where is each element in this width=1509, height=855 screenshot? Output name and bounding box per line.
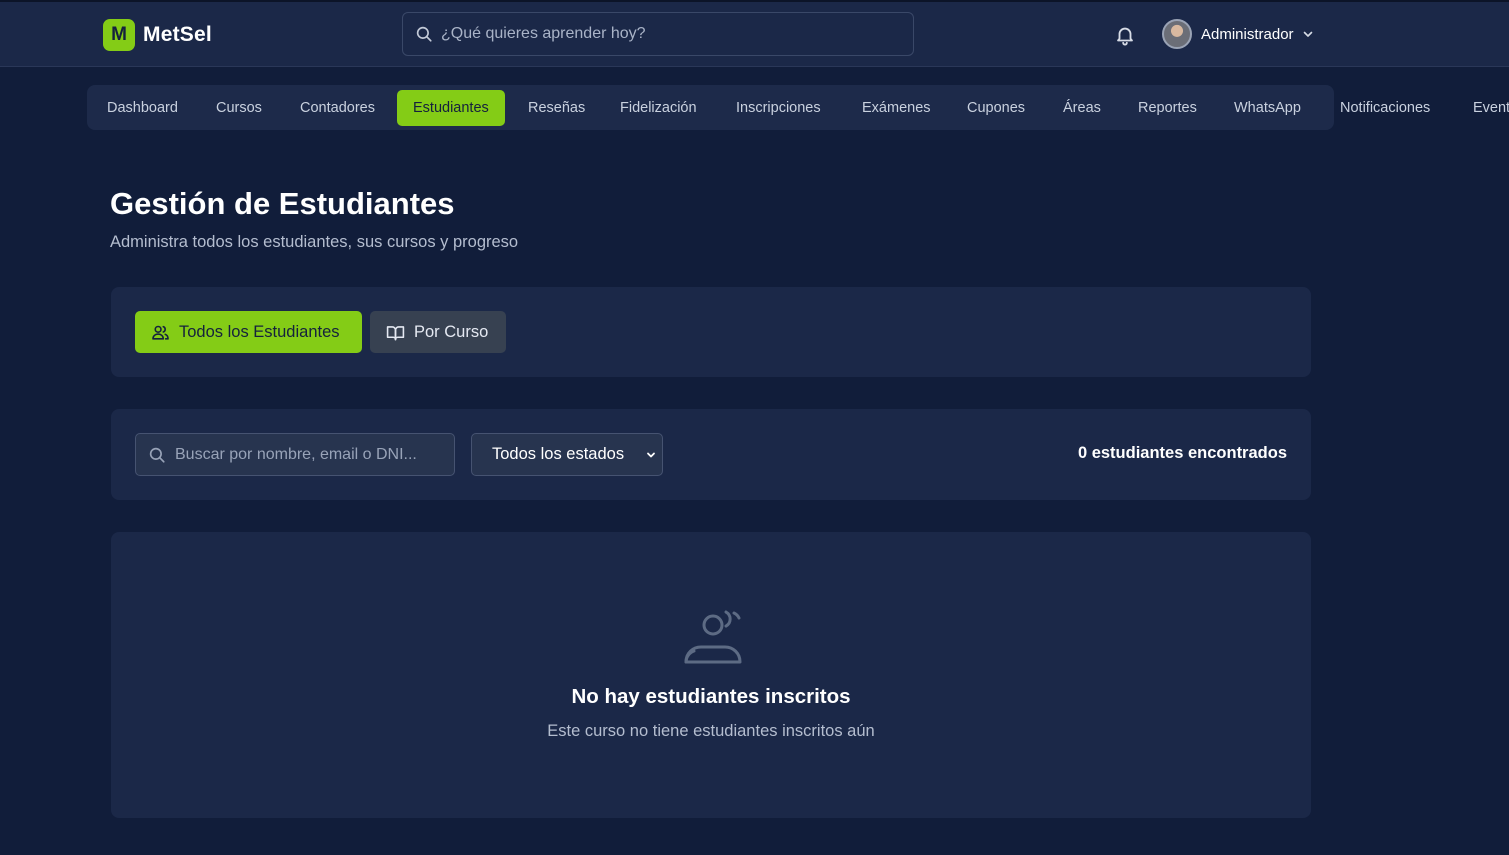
status-filter-value: Todos los estados (492, 445, 625, 463)
avatar (1162, 19, 1192, 49)
student-search-field[interactable] (135, 433, 455, 476)
page-subtitle: Administra todos los estudiantes, sus cu… (110, 233, 519, 251)
chevron-down-icon (1303, 31, 1312, 37)
nav-item-fidelizacion[interactable]: Fidelización (604, 90, 713, 126)
nav-item-reportes[interactable]: Reportes (1122, 90, 1213, 126)
search-icon (416, 26, 432, 42)
nav-item-contadores[interactable]: Contadores (284, 90, 391, 126)
nav-item-cursos[interactable]: Cursos (200, 90, 278, 126)
global-search-bar[interactable] (402, 12, 914, 56)
logo[interactable]: M MetSel (103, 19, 212, 51)
bell-icon[interactable] (1114, 24, 1136, 46)
by-course-button[interactable]: Por Curso (370, 311, 506, 353)
nav-item-notificaciones[interactable]: Notificaciones (1324, 90, 1446, 126)
nav-item-examenes[interactable]: Exámenes (846, 90, 947, 126)
chevron-down-icon (647, 452, 655, 458)
users-icon (152, 325, 169, 340)
status-filter-select[interactable]: Todos los estados (471, 433, 663, 476)
nav-item-eventos[interactable]: Event (1457, 90, 1509, 126)
user-menu[interactable]: Administrador (1162, 19, 1314, 49)
book-open-icon (386, 325, 405, 340)
student-search-input[interactable] (175, 445, 445, 464)
empty-state-title: No hay estudiantes inscritos (571, 685, 851, 708)
nav-item-resenas[interactable]: Reseñas (512, 90, 601, 126)
global-search-input[interactable] (441, 25, 881, 43)
search-icon (149, 447, 165, 463)
nav-item-inscripciones[interactable]: Inscripciones (720, 90, 837, 126)
all-students-label: Todos los Estudiantes (179, 322, 340, 341)
students-list-card (111, 532, 1311, 818)
nav-item-areas[interactable]: Áreas (1047, 90, 1117, 126)
nav-item-estudiantes[interactable]: Estudiantes (397, 90, 505, 126)
empty-state-message: Este curso no tiene estudiantes inscrito… (547, 722, 875, 740)
nav-item-dashboard[interactable]: Dashboard (91, 90, 194, 126)
by-course-label: Por Curso (414, 322, 489, 341)
users-empty-icon (684, 610, 742, 664)
page-title: Gestión de Estudiantes (110, 186, 455, 221)
all-students-button[interactable]: Todos los Estudiantes (135, 311, 362, 353)
nav-item-cupones[interactable]: Cupones (951, 90, 1041, 126)
top-bar: M MetSel Administrador (0, 0, 1509, 67)
user-name: Administrador (1201, 25, 1294, 43)
logo-badge: M (103, 19, 135, 51)
results-count: 0 estudiantes encontrados (1077, 444, 1287, 462)
nav-item-whatsapp[interactable]: WhatsApp (1218, 90, 1317, 126)
logo-text: MetSel (143, 23, 212, 46)
